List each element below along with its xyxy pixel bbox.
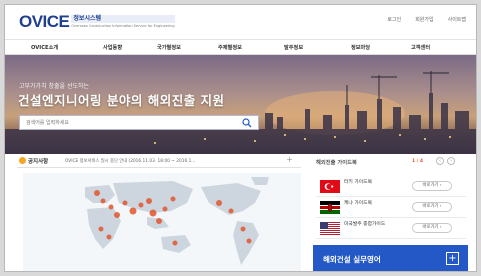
utility-links: 로그인 회원가입 사이트맵 [387,16,466,23]
guidebook-go-button[interactable]: 바로가기 › [412,181,452,191]
kenya-flag-icon [320,201,340,214]
world-map [23,173,301,271]
notice-icon [19,157,26,164]
notice-link[interactable]: OVICE 정보서비스 일시 중단 안내 (2016.11.03. 18:00 … [65,158,195,164]
turkey-flag-icon [320,180,340,193]
logo-korean: 정보시스템 [71,15,175,23]
hero-title: 건설엔지니어링 분야의 해외진출 지원 [18,93,225,108]
notice-more-button[interactable]: + [286,155,293,164]
search-box [19,115,259,130]
nav-item-business-trends[interactable]: 사업동향 [103,44,122,51]
nav-item-info-square[interactable]: 정보마당 [351,44,370,51]
browser-frame: OVICE 정보시스템 Overseas Construction Inform… [4,4,477,272]
nav-item-customer-center[interactable]: 고객센터 [411,44,430,51]
guidebook-go-button[interactable]: 바로가기 › [412,223,452,233]
banner-text: 해외건설 실무영어 [323,255,381,264]
practical-english-banner[interactable]: 해외건설 실무영어 + [313,245,468,271]
login-link[interactable]: 로그인 [387,16,401,23]
guidebook-item-kenya: 케냐 가이드북 바로가기 › [316,197,466,218]
nav-item-country-info[interactable]: 국가별정보 [157,44,181,51]
guidebook-item-usa: 미국발주 종합가이드 바로가기 › [316,218,466,239]
plus-icon[interactable]: + [446,252,459,265]
search-input[interactable] [26,119,226,127]
notice-bar: 공지사항 OVICE 정보서비스 일시 중단 안내 (2016.11.03. 1… [17,154,301,168]
guidebook-page-indicator: 1 / 4 [412,159,424,164]
guidebook-item-name: 터키 가이드북 [344,180,373,185]
site-logo[interactable]: OVICE 정보시스템 Overseas Construction Inform… [19,13,175,33]
nav-item-topic-info[interactable]: 주제별정보 [218,44,242,51]
guidebook-item-name: 케냐 가이드북 [344,201,373,206]
usa-flag-icon [320,222,340,235]
hero-banner: 고부가가치 창출을 선도하는 건설엔지니어링 분야의 해외진출 지원 [5,55,476,154]
site-header: OVICE 정보시스템 Overseas Construction Inform… [5,5,476,39]
notice-label: 공지사항 [28,159,49,165]
guidebook-prev-button[interactable]: ‹ [436,157,444,165]
guidebook-item-name: 미국발주 종합가이드 [344,222,386,227]
guidebook-next-button[interactable]: › [447,157,455,165]
logo-english: Overseas Construction Information Servic… [71,24,175,28]
guidebook-title: 해외진출 가이드북 [316,160,357,166]
guidebook-item-turkey: 터키 가이드북 바로가기 › [316,176,466,197]
nav-item-about[interactable]: OVICE소개 [31,44,58,51]
guidebook-panel: 해외진출 가이드북 1 / 4 ‹ › 터키 가이드북 바로가기 › 케냐 가이… [310,154,468,242]
guidebook-go-button[interactable]: 바로가기 › [412,202,452,212]
logo-side: 정보시스템 Overseas Construction Information … [71,15,175,29]
logo-mark: OVICE [19,12,70,31]
sitemap-link[interactable]: 사이트맵 [448,16,466,23]
world-map-image [85,177,269,265]
signup-link[interactable]: 회원가입 [415,16,433,23]
hero-subtitle: 고부가가치 창출을 선도하는 [19,83,90,90]
nav-item-order-info[interactable]: 발주정보 [284,44,303,51]
main-navigation: OVICE소개 사업동향 국가별정보 주제별정보 발주정보 정보마당 고객센터 [5,39,476,55]
search-icon[interactable] [242,118,252,128]
